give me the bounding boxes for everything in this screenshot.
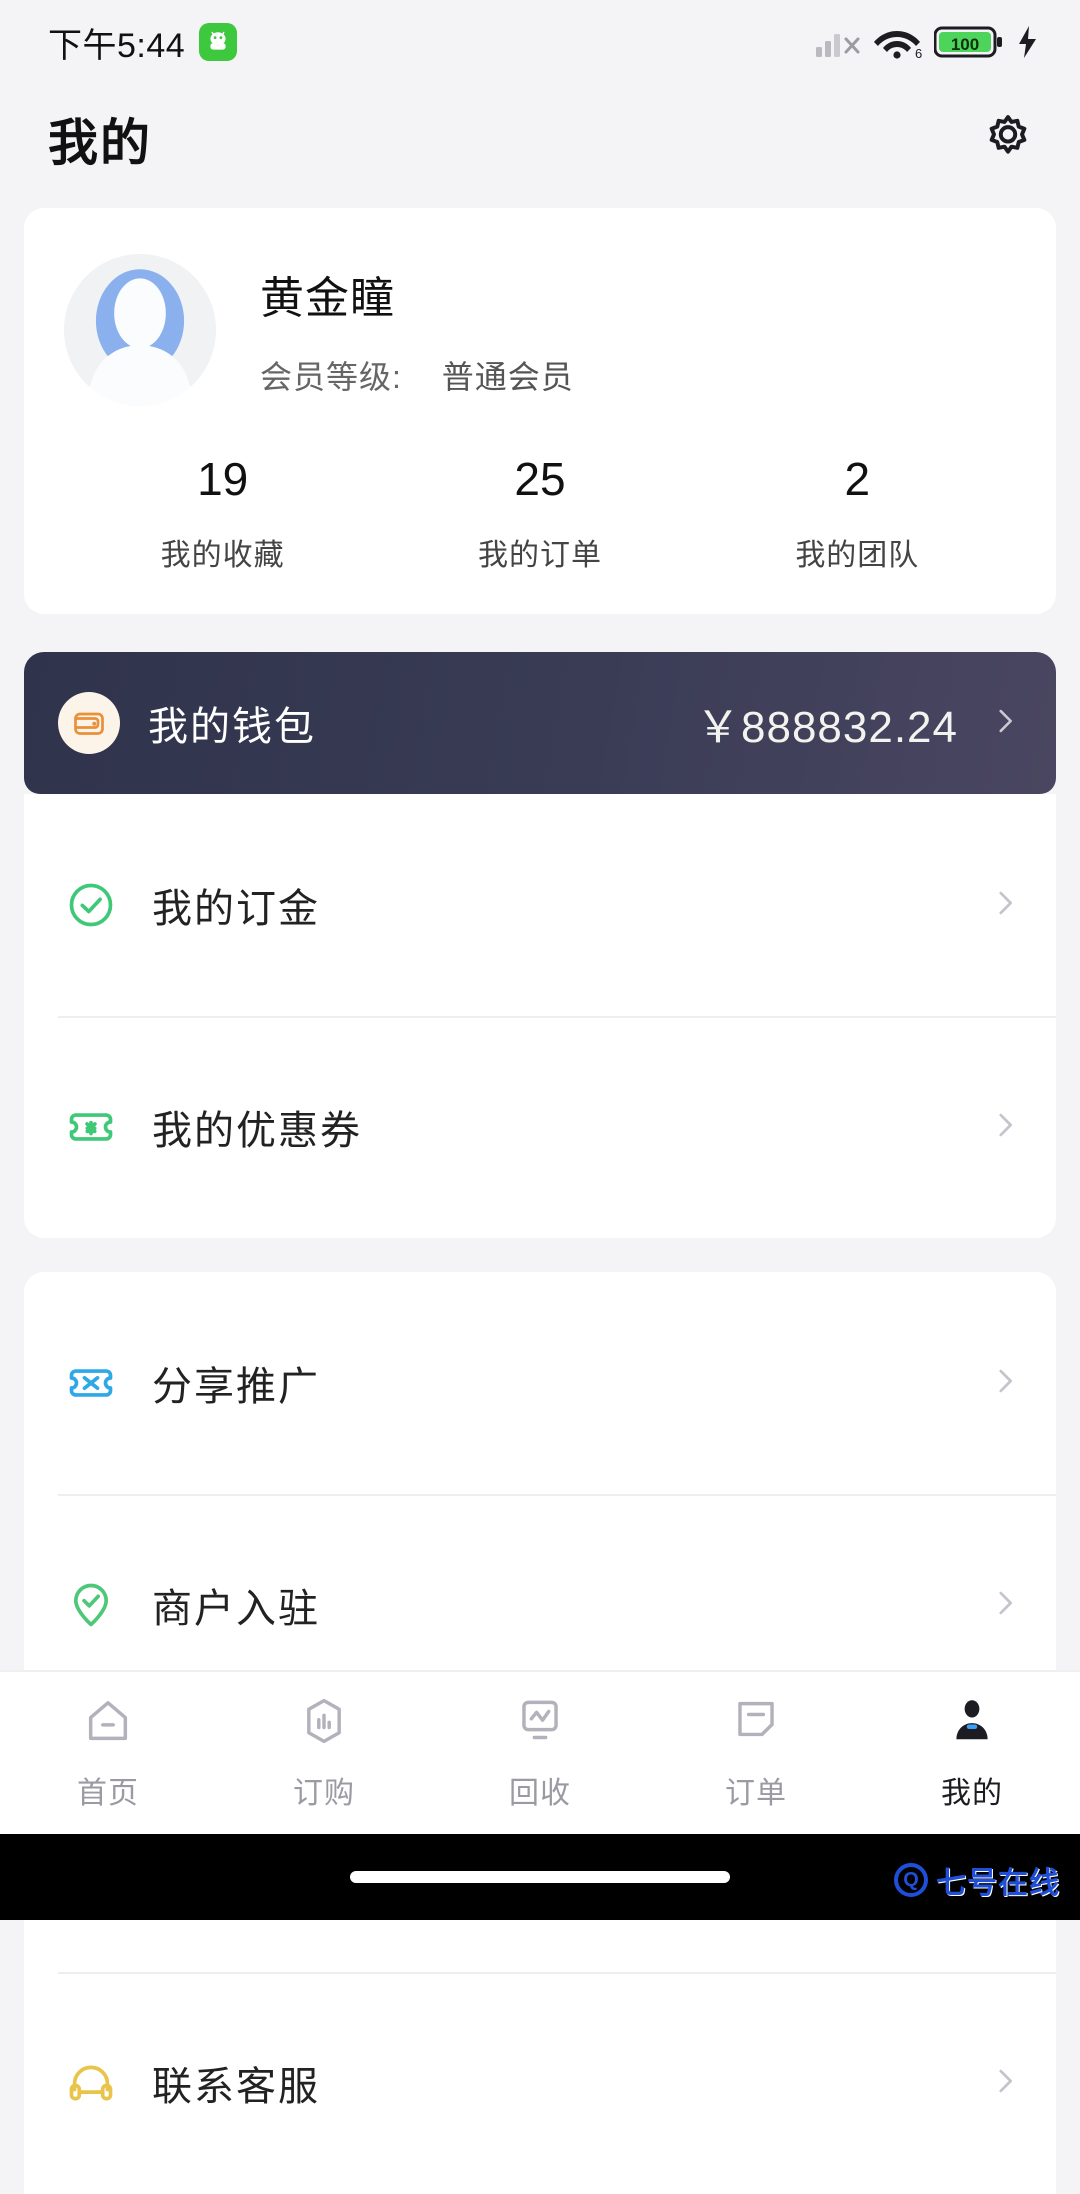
recycle-screen-icon: [514, 1695, 566, 1752]
tab-home[interactable]: 首页: [0, 1695, 216, 1812]
tab-label: 首页: [77, 1768, 139, 1812]
menu-item-label: 联系客服: [152, 2054, 320, 2112]
wallet-amount: ￥888832.24: [696, 691, 958, 755]
cellular-signal-icon: [816, 25, 860, 59]
person-icon: [946, 1695, 998, 1752]
order-note-icon: [730, 1695, 782, 1752]
menu-item-label: 分享推广: [152, 1354, 320, 1412]
wifi-icon: 6: [872, 24, 922, 60]
gear-icon[interactable]: [980, 111, 1036, 167]
status-time: 下午5:44: [48, 18, 185, 67]
menu-item-label: 商户入驻: [152, 1576, 320, 1634]
chevron-right-icon: [988, 1108, 1022, 1147]
profile-row: 黄金瞳 会员等级: 普通会员: [64, 254, 1016, 406]
coupon-ticket-icon: [58, 1094, 124, 1160]
page-title: 我的: [48, 103, 152, 175]
home-icon: [82, 1695, 134, 1752]
tab-orders[interactable]: 订单: [648, 1695, 864, 1812]
member-level-value: 普通会员: [442, 359, 574, 395]
stat-value: 2: [699, 452, 1016, 506]
menu-item-coupon[interactable]: 我的优惠券: [24, 1016, 1056, 1238]
menu-item-share-promotion[interactable]: 分享推广: [24, 1272, 1056, 1494]
menu-item-deposit[interactable]: 我的订金: [24, 794, 1056, 1016]
check-circle-icon: [58, 872, 124, 938]
home-indicator[interactable]: [350, 1871, 730, 1883]
tab-label: 我的: [941, 1768, 1003, 1812]
status-bar-right: 6 100: [816, 24, 1038, 60]
charging-bolt-icon: [1016, 25, 1038, 59]
android-robot-badge-icon: [199, 23, 237, 61]
wallet-icon: [58, 692, 120, 754]
stat-label: 我的团队: [699, 530, 1016, 574]
stat-favorites[interactable]: 19 我的收藏: [64, 452, 381, 574]
stat-value: 19: [64, 452, 381, 506]
profile-card[interactable]: 黄金瞳 会员等级: 普通会员 19 我的收藏 25 我的订单 2 我的团队: [24, 208, 1056, 614]
share-ticket-icon: [58, 1350, 124, 1416]
tab-label: 订购: [293, 1768, 355, 1812]
chevron-right-icon: [988, 1586, 1022, 1625]
battery-percent-text: 100: [951, 35, 979, 54]
chevron-right-icon: [988, 704, 1022, 743]
tab-purchase[interactable]: 订购: [216, 1695, 432, 1812]
stat-value: 25: [381, 452, 698, 506]
stat-orders[interactable]: 25 我的订单: [381, 452, 698, 574]
chart-hex-icon: [298, 1695, 350, 1752]
tab-recycle[interactable]: 回收: [432, 1695, 648, 1812]
user-name: 黄金瞳: [260, 262, 574, 326]
avatar-placeholder-icon: [64, 254, 216, 406]
member-level-label: 会员等级:: [260, 359, 402, 395]
profile-info: 黄金瞳 会员等级: 普通会员: [260, 262, 574, 398]
chevron-right-icon: [988, 1364, 1022, 1403]
menu-item-label: 我的订金: [152, 876, 320, 934]
tab-label: 订单: [725, 1768, 787, 1812]
profile-stats: 19 我的收藏 25 我的订单 2 我的团队: [64, 452, 1016, 574]
home-indicator-area: Q 七号在线: [0, 1834, 1080, 1920]
avatar[interactable]: [64, 254, 216, 406]
menu-group-business: 分享推广 商户入驻: [24, 1272, 1056, 1716]
wallet-banner-wrap: 我的钱包 ￥888832.24: [24, 652, 1056, 794]
battery-icon: 100: [934, 25, 1004, 59]
bottom-navigation: 首页 订购 回收 订单: [0, 1670, 1080, 1834]
stat-team[interactable]: 2 我的团队: [699, 452, 1016, 574]
status-bar-left: 下午5:44: [48, 18, 237, 67]
member-level: 会员等级: 普通会员: [260, 352, 574, 398]
wallet-label: 我的钱包: [148, 694, 316, 752]
headset-icon: [58, 2050, 124, 2116]
stat-label: 我的收藏: [64, 530, 381, 574]
page-header: 我的: [0, 84, 1080, 194]
location-check-icon: [58, 1572, 124, 1638]
svg-text:6: 6: [915, 46, 922, 60]
status-bar: 下午5:44: [0, 0, 1080, 84]
tab-label: 回收: [509, 1768, 571, 1812]
menu-group-wallet: 我的订金 我的优惠券: [24, 794, 1056, 1238]
watermark-text: 七号在线: [936, 1858, 1060, 1902]
chevron-right-icon: [988, 886, 1022, 925]
stat-label: 我的订单: [381, 530, 698, 574]
chevron-right-icon: [988, 2064, 1022, 2103]
watermark-badge: Q: [894, 1863, 928, 1897]
wallet-banner[interactable]: 我的钱包 ￥888832.24: [24, 652, 1056, 794]
menu-item-label: 我的优惠券: [152, 1098, 362, 1156]
tab-profile[interactable]: 我的: [864, 1695, 1080, 1812]
watermark: Q 七号在线: [894, 1858, 1060, 1902]
menu-item-contact-support[interactable]: 联系客服: [24, 1972, 1056, 2194]
